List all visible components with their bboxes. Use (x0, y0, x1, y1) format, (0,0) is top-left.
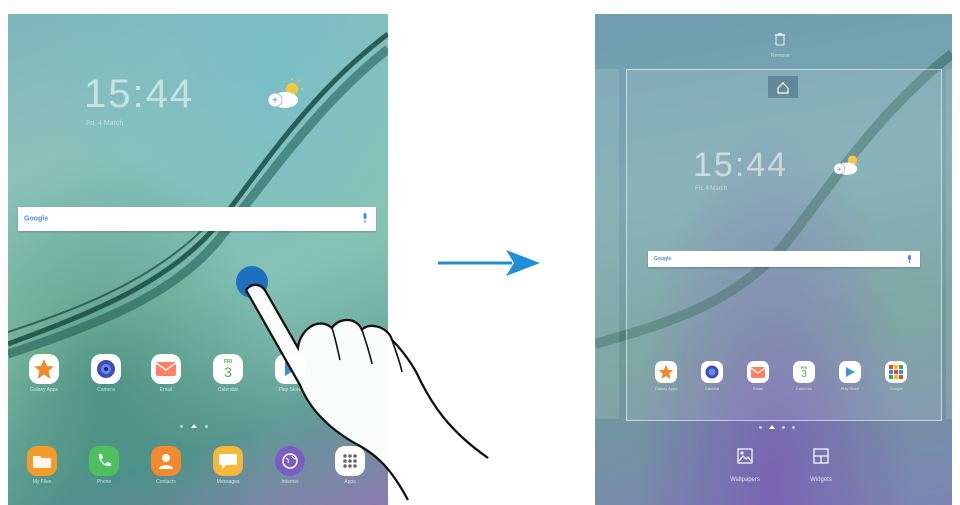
google-logo: Google (654, 256, 672, 262)
page-dot[interactable] (782, 425, 785, 429)
app-galaxy-apps[interactable]: Galaxy Apps (651, 361, 681, 391)
star-icon (655, 361, 677, 383)
google-search-bar[interactable]: Google (648, 251, 920, 267)
hand-pointer-icon (245, 283, 489, 505)
app-label: Play Store (840, 386, 860, 391)
remove-button[interactable]: Remove (771, 32, 790, 59)
app-calendar[interactable]: FRI 3 Calendar (789, 361, 819, 391)
home-screen-edit-mode: Remove 15:44 Fri, 4 March + Google Galax… (595, 14, 952, 505)
app-label: Email (752, 386, 763, 391)
svg-text:+: + (837, 164, 842, 173)
email-icon (747, 361, 769, 383)
home-page-icon[interactable] (769, 425, 775, 429)
previous-page-preview[interactable] (595, 69, 619, 419)
app-label: Calendar (795, 386, 813, 391)
page-dot[interactable] (759, 425, 762, 429)
mic-icon[interactable] (907, 250, 912, 268)
right-arrow-icon (438, 250, 540, 276)
weather-add-icon[interactable]: + (831, 150, 863, 183)
calendar-day-number: 3 (801, 368, 807, 380)
app-label: Galaxy Apps (654, 386, 678, 391)
next-page-preview[interactable] (946, 69, 952, 419)
remove-label: Remove (771, 53, 790, 59)
widgets-button[interactable]: Widgets (799, 448, 843, 483)
app-play-store[interactable]: Play Store (835, 361, 865, 391)
page-indicator (759, 425, 795, 429)
widgets-label: Widgets (810, 477, 832, 483)
calendar-icon: FRI 3 (793, 361, 815, 383)
clock-time: 15:44 (693, 146, 789, 184)
play-store-icon (839, 361, 861, 383)
app-label: Camera (704, 386, 720, 391)
widgets-icon (813, 448, 829, 464)
wallpapers-button[interactable]: Wallpapers (723, 448, 767, 483)
clock-date: Fri, 4 March (695, 186, 728, 192)
trash-icon (775, 33, 786, 46)
app-camera[interactable]: Camera (697, 361, 727, 391)
add-page-icon[interactable] (792, 425, 795, 429)
google-folder-icon (885, 361, 907, 383)
set-home-page-button[interactable] (768, 76, 798, 98)
wallpapers-label: Wallpapers (730, 477, 760, 483)
camera-icon (701, 361, 723, 383)
app-google-folder[interactable]: Google (881, 361, 911, 391)
app-email[interactable]: Email (743, 361, 773, 391)
home-icon (777, 81, 789, 94)
app-label: Google (889, 386, 903, 391)
wallpaper-icon (737, 448, 753, 464)
